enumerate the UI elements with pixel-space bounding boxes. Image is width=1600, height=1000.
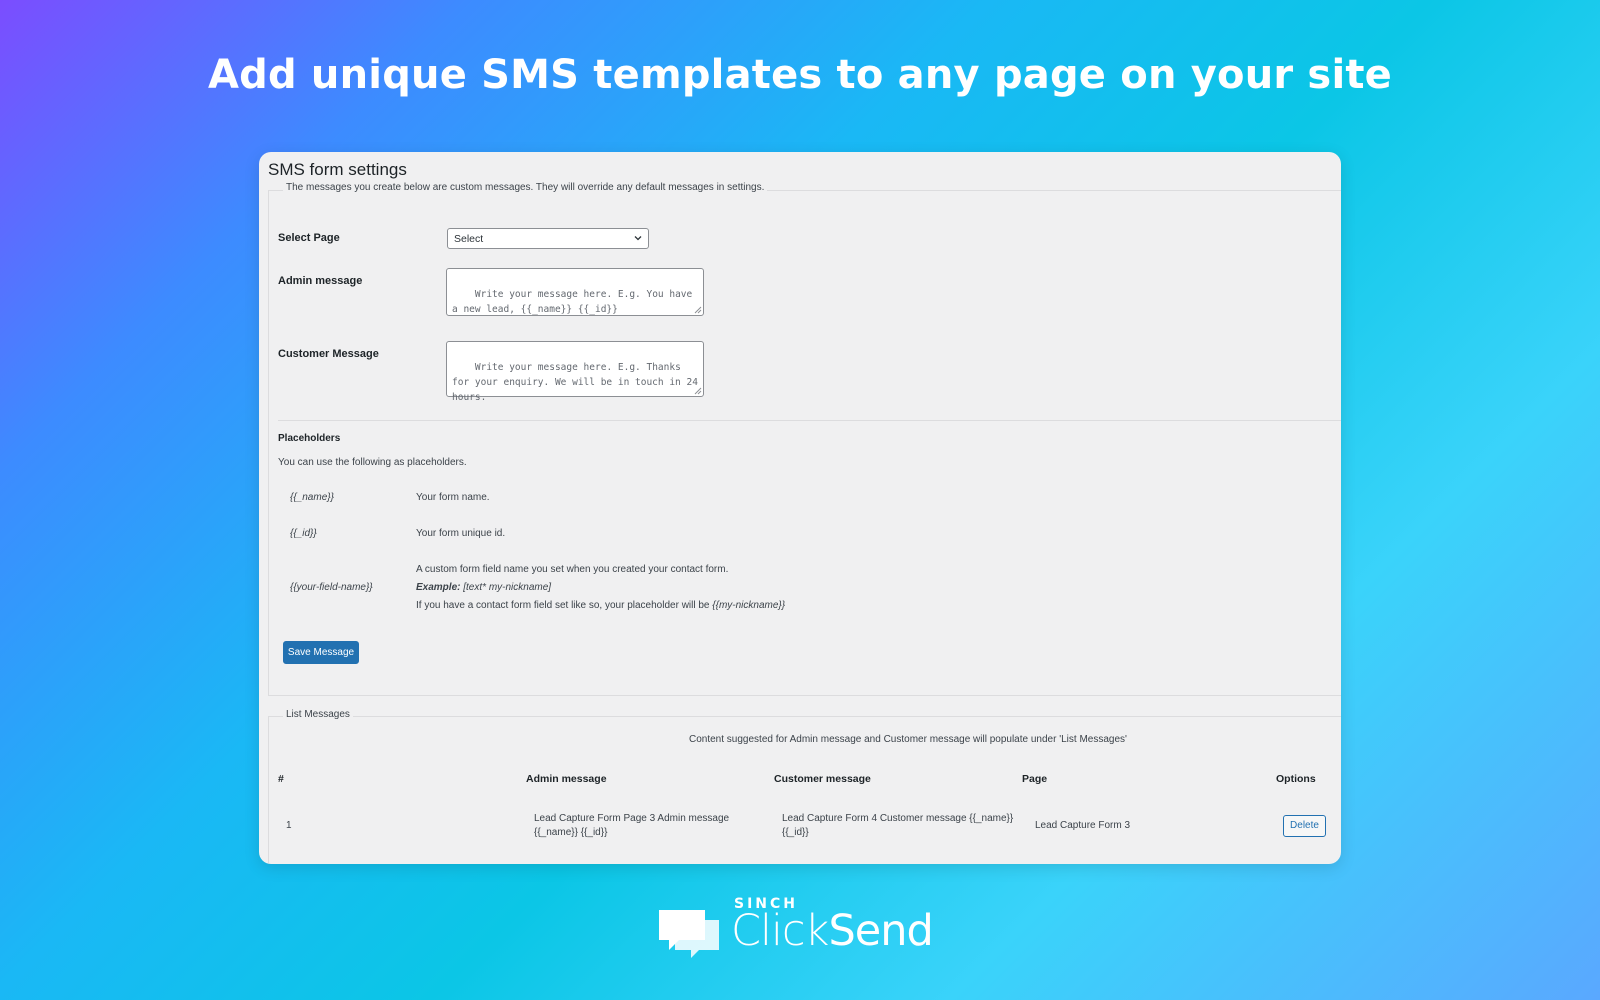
row-admin-line1: Lead Capture Form Page 3 Admin message [534,813,730,824]
example-value: [text* my-nickname] [463,582,552,593]
headline: Add unique SMS templates to any page on … [207,52,1393,98]
column-header-admin-message: Admin message [526,773,607,785]
save-message-button[interactable]: Save Message [283,641,359,664]
select-page-label: Select Page [278,232,340,244]
customer-message-label: Customer Message [278,348,379,360]
row-customer-message: Lead Capture Form 4 Customer message {{_… [782,812,1013,840]
admin-message-textarea[interactable]: Write your message here. E.g. You have a… [446,268,704,316]
select-page-dropdown[interactable]: Select [447,228,649,249]
customer-message-textarea[interactable]: Write your message here. E.g. Thanks for… [446,341,704,403]
column-header-page: Page [1022,773,1048,785]
settings-intro: The messages you create below are custom… [283,182,768,193]
row-number: 1 [286,820,292,831]
section-divider [278,420,1341,421]
placeholders-heading: Placeholders [278,433,341,444]
customer-message-placeholder: Write your message here. E.g. Thanks for… [452,362,704,403]
brand-clicksend: ClickSend [731,906,934,956]
row-admin-line2: {{_name}} {{_id}} [534,827,608,838]
placeholder-note: If you have a contact form field set lik… [416,600,785,611]
placeholder-key: {{your-field-name}} [290,582,373,593]
placeholders-intro: You can use the following as placeholder… [278,457,467,468]
list-messages-legend: List Messages [283,709,353,720]
note-text: If you have a contact form field set lik… [416,600,710,611]
placeholder-key: {{_id}} [290,528,317,539]
resize-grip-icon[interactable] [694,387,702,395]
row-customer-line1: Lead Capture Form 4 Customer message {{_… [782,813,1014,824]
placeholder-desc: A custom form field name you set when yo… [416,564,729,575]
chat-bubbles-icon [659,910,719,958]
placeholder-example: Example: [text* my-nickname] [416,582,551,593]
note-value: {{my-nickname}} [712,600,786,611]
placeholder-desc: Your form name. [416,492,490,503]
settings-fieldset [268,190,1341,696]
column-header-number: # [278,773,284,785]
placeholder-key: {{_name}} [290,492,334,503]
column-header-customer-message: Customer message [774,773,871,785]
select-page-value: Select [454,233,484,245]
admin-message-label: Admin message [278,275,363,287]
row-admin-message: Lead Capture Form Page 3 Admin message {… [534,812,729,840]
resize-grip-icon[interactable] [694,306,702,314]
row-page: Lead Capture Form 3 [1035,820,1131,831]
row-customer-line2: {{_id}} [782,827,809,838]
placeholder-desc: Your form unique id. [416,528,506,539]
sms-form-settings-panel: SMS form settings The messages you creat… [259,152,1341,864]
brand-click: Click [731,906,829,956]
chevron-down-icon [634,236,642,241]
panel-title: SMS form settings [268,160,407,179]
list-messages-note: Content suggested for Admin message and … [689,734,1127,745]
brand-send: Send [828,906,933,956]
example-label: Example: [416,582,461,593]
delete-button[interactable]: Delete [1283,815,1326,837]
column-header-options: Options [1276,773,1316,785]
clicksend-logo: SINCH ClickSend [657,890,947,962]
admin-message-placeholder: Write your message here. E.g. You have a… [452,289,698,315]
